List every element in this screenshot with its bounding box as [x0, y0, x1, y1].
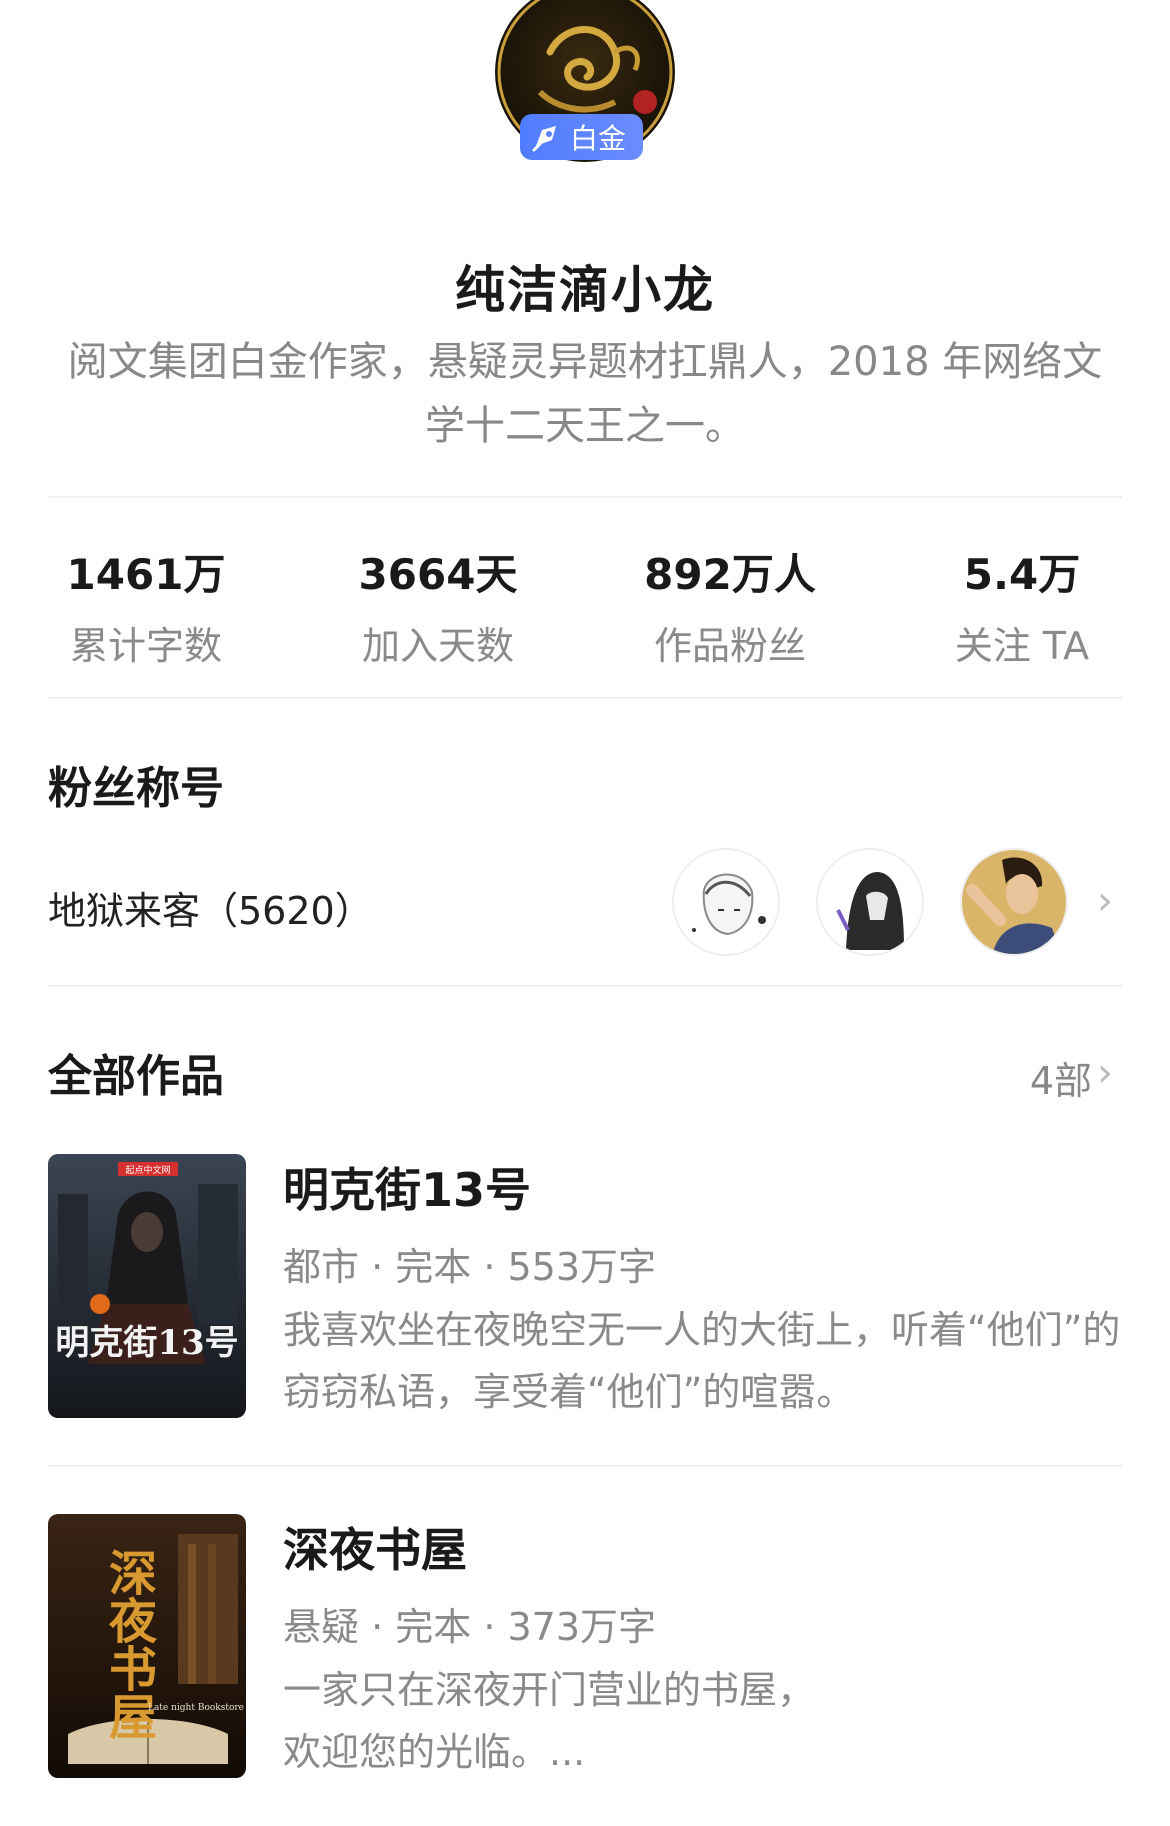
works-heading: 全部作品 [48, 1051, 224, 1102]
cover-subtitle: Late night Bookstore [148, 1703, 244, 1713]
stat-value: 5.4万 [963, 550, 1081, 599]
book-description: 一家只在深夜开门营业的书屋， 欢迎您的光临。... [283, 1668, 816, 1774]
fan-avatar[interactable] [960, 848, 1068, 956]
stat-value: 892万人 [644, 550, 816, 599]
chevron-right-icon[interactable]: › [1097, 878, 1113, 924]
book-description: 我喜欢坐在夜晚空无一人的大街上，听着“他们”的窃窃私语，享受着“他们”的喧嚣。 [283, 1308, 1121, 1414]
stat-follow[interactable]: 5.4万 关注 TA [902, 545, 1142, 670]
divider [48, 1465, 1122, 1467]
works-count[interactable]: 4部 [1030, 1050, 1092, 1105]
chevron-right-icon[interactable]: › [1097, 1050, 1113, 1096]
follow-label[interactable]: 关注 TA [902, 615, 1142, 670]
stat-label: 作品粉丝 [653, 624, 806, 668]
platinum-badge: 白金 [520, 114, 643, 160]
book-item[interactable]: 深夜书屋 Late night Bookstore 深夜书屋 悬疑 · 完本 ·… [48, 1514, 1122, 1784]
book-title[interactable]: 深夜书屋 [283, 1514, 467, 1580]
cover-logo: 起点中文网 [125, 1164, 170, 1176]
fan-avatar[interactable] [672, 848, 780, 956]
book-cover[interactable]: 起点中文网 明克街13号 [48, 1154, 246, 1418]
book-cover[interactable]: 深夜书屋 Late night Bookstore [48, 1514, 246, 1778]
fan-title-heading: 粉丝称号 [48, 763, 224, 814]
book-meta: 悬疑 · 完本 · 373万字 [283, 1605, 657, 1649]
book-title[interactable]: 明克街13号 [283, 1154, 531, 1220]
stat-fans: 892万人 作品粉丝 [610, 545, 850, 670]
divider [48, 697, 1122, 699]
stats-row: 1461万 累计字数 3664天 加入天数 892万人 作品粉丝 5.4万 关注… [0, 545, 1170, 675]
divider [48, 985, 1122, 987]
stat-label: 累计字数 [69, 624, 222, 668]
fan-avatar[interactable] [816, 848, 924, 956]
stat-value: 1461万 [66, 550, 226, 599]
divider [48, 496, 1122, 498]
author-avatar-container: 白金 [495, 0, 675, 167]
cover-title: 明克街13号 [55, 1323, 238, 1363]
pen-icon [530, 120, 564, 154]
book-item[interactable]: 起点中文网 明克街13号 明克街13号 都市 · 完本 · 553万字 我喜欢坐… [48, 1154, 1122, 1424]
badge-label: 白金 [570, 122, 627, 155]
stat-label: 加入天数 [361, 624, 514, 668]
author-name: 纯洁滴小龙 [455, 261, 715, 319]
fan-title-name[interactable]: 地狱来客（5620） [48, 880, 373, 935]
stat-value: 3664天 [358, 550, 518, 599]
stat-days-joined: 3664天 加入天数 [318, 545, 558, 670]
stat-total-words: 1461万 累计字数 [26, 545, 266, 670]
author-bio: 阅文集团白金作家，悬疑灵异题材扛鼎人，2018 年网络文学十二天王之一。 [67, 339, 1103, 449]
book-meta: 都市 · 完本 · 553万字 [283, 1245, 657, 1289]
